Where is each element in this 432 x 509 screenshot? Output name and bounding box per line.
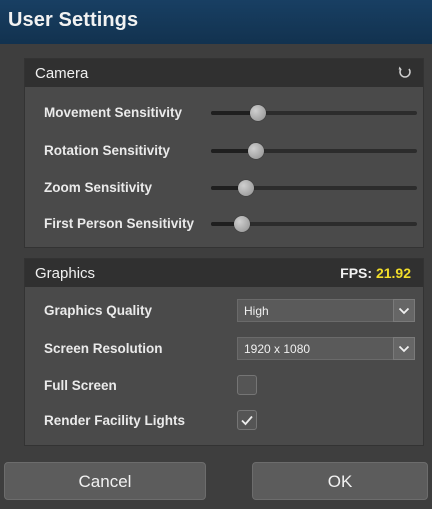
chevron-down-icon[interactable]: [393, 299, 415, 322]
render-facility-lights-label: Render Facility Lights: [44, 413, 186, 428]
graphics-quality-label: Graphics Quality: [44, 303, 153, 318]
render-facility-lights-checkbox[interactable]: [237, 410, 257, 430]
slider-thumb[interactable]: [238, 180, 255, 196]
fps-value: 21.92: [375, 265, 411, 281]
screen-resolution-value: 1920 x 1080: [244, 342, 311, 356]
fps-readout: FPS: 21.92: [340, 265, 411, 281]
graphics-header-label: Graphics: [35, 265, 96, 282]
full-screen-checkbox[interactable]: [237, 375, 257, 395]
slider-thumb[interactable]: [250, 105, 267, 121]
full-screen-label: Full Screen: [44, 378, 117, 393]
graphics-quality-select[interactable]: High: [237, 299, 415, 322]
fps-label: FPS:: [340, 265, 373, 281]
graphics-quality-value: High: [244, 304, 269, 318]
reset-icon[interactable]: [397, 64, 413, 80]
movement-sensitivity-label: Movement Sensitivity: [44, 105, 183, 120]
camera-header: Camera: [25, 59, 423, 87]
window-title: User Settings: [0, 0, 432, 44]
first-person-sensitivity-label: First Person Sensitivity: [44, 216, 195, 231]
slider-thumb[interactable]: [233, 216, 250, 232]
camera-header-label: Camera: [35, 65, 89, 82]
slider-thumb[interactable]: [248, 143, 265, 159]
chevron-down-icon[interactable]: [393, 337, 415, 360]
zoom-sensitivity-label: Zoom Sensitivity: [44, 180, 153, 195]
first-person-sensitivity-slider[interactable]: [211, 216, 417, 232]
cancel-button[interactable]: Cancel: [4, 462, 206, 500]
zoom-sensitivity-slider[interactable]: [211, 180, 417, 196]
settings-frame: Camera Movement Sensitivity Rotation Sen…: [0, 44, 432, 509]
checkmark-icon: [241, 415, 253, 426]
ok-button[interactable]: OK: [252, 462, 428, 500]
screen-resolution-select[interactable]: 1920 x 1080: [237, 337, 415, 360]
rotation-sensitivity-slider[interactable]: [211, 143, 417, 159]
camera-panel: Camera Movement Sensitivity Rotation Sen…: [24, 58, 424, 248]
movement-sensitivity-slider[interactable]: [211, 105, 417, 121]
graphics-panel: Graphics FPS: 21.92 Graphics Quality Hig…: [24, 258, 424, 446]
rotation-sensitivity-label: Rotation Sensitivity: [44, 143, 171, 158]
screen-resolution-label: Screen Resolution: [44, 341, 163, 356]
graphics-header: Graphics FPS: 21.92: [25, 259, 423, 287]
